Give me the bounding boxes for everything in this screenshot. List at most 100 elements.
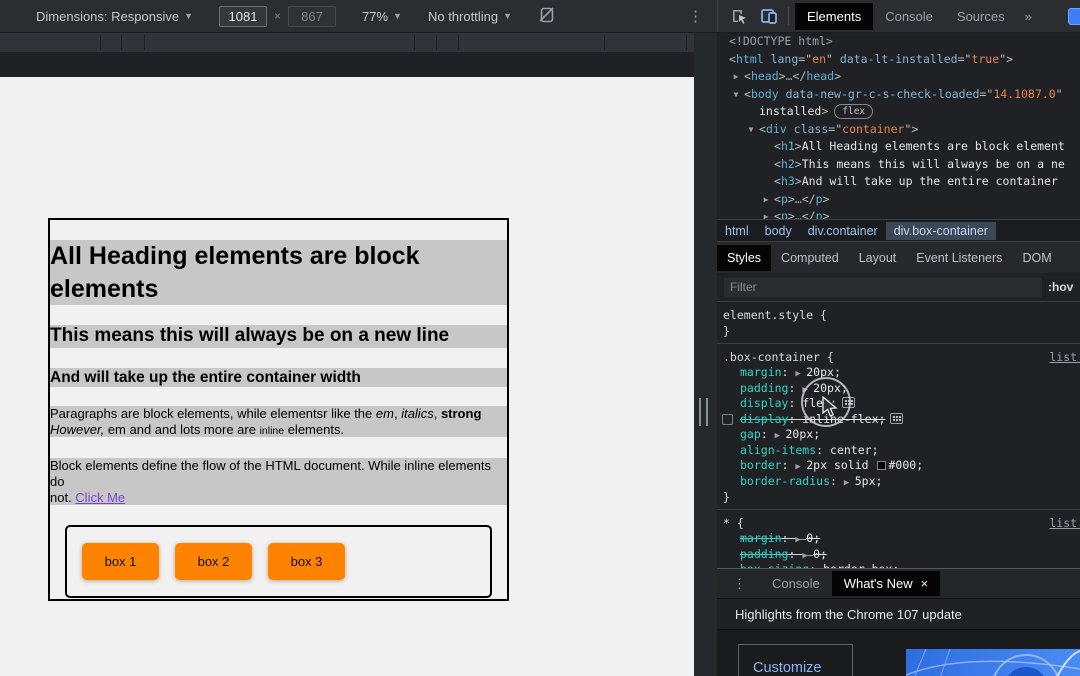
css-property[interactable]: margin: ▶ 20px;	[717, 365, 1080, 381]
notification-icon[interactable]	[1068, 8, 1080, 25]
pane-divider[interactable]	[694, 33, 717, 676]
zoom-dropdown[interactable]: 77% ▼	[362, 9, 402, 24]
toggle-hover-state-button[interactable]: :hov	[1048, 280, 1073, 294]
expand-value-icon[interactable]: ▶	[795, 369, 806, 379]
tab-layout[interactable]: Layout	[849, 245, 907, 271]
tab-dom[interactable]: DOM	[1012, 245, 1061, 271]
rule-selector[interactable]: *	[723, 516, 730, 530]
dom-tree-line[interactable]: <h3>And will take up the entire containe…	[717, 173, 1080, 191]
dom-tree-line[interactable]: ▼ <body data-new-gr-c-s-check-loaded="14.…	[717, 86, 1080, 104]
paragraph-text: ,	[433, 406, 441, 422]
drawer-menu-icon[interactable]: ⋮	[733, 576, 746, 592]
css-property[interactable]: display: inline-flex;	[717, 412, 1080, 428]
drawer-tab-what-s-new[interactable]: What's New ×	[831, 571, 941, 596]
ruler-tick	[686, 35, 687, 50]
viewport-width-input[interactable]	[219, 5, 267, 27]
css-property[interactable]: border-radius: ▶ 5px;	[717, 474, 1080, 490]
styles-filter-input[interactable]	[724, 277, 1042, 297]
ruler-tick	[414, 35, 415, 50]
ruler-tick	[121, 35, 122, 50]
throttling-dropdown[interactable]: No throttling ▼	[428, 9, 512, 24]
viewport-ruler	[0, 33, 694, 52]
device-toolbar-menu-icon[interactable]: ⋮	[688, 7, 703, 25]
page-heading-3: And will take up the entire container wi…	[50, 367, 507, 388]
paragraph-text: inline	[259, 424, 285, 437]
flex-editor-icon[interactable]	[890, 412, 904, 424]
tab-event-listeners[interactable]: Event Listeners	[906, 245, 1012, 271]
click-me-link[interactable]: Click Me	[75, 490, 125, 505]
rule-selector[interactable]: .box-container	[723, 350, 820, 364]
expand-arrow-icon[interactable]: ▶	[760, 191, 772, 209]
style-rule: * {list.margin: ▶ 0;padding: ▶ 0;box-siz…	[717, 510, 1080, 572]
collapse-arrow-icon[interactable]: ▼	[730, 86, 742, 104]
ruler-tick	[144, 35, 145, 50]
css-property[interactable]: display: flex;	[717, 396, 1080, 412]
expand-value-icon[interactable]: ▶	[775, 431, 786, 441]
tab-elements[interactable]: Elements	[795, 2, 874, 30]
stylesheet-link[interactable]: list.	[1049, 349, 1080, 365]
chevron-down-icon: ▼	[184, 11, 193, 21]
toggle-device-toolbar-icon[interactable]	[760, 7, 778, 25]
page-heading-1: All Heading elements are block elements	[50, 240, 507, 305]
dom-tree-line[interactable]: installed> flex	[717, 103, 1080, 121]
paragraph-text: Paragraphs are block elements, while ele…	[50, 406, 376, 422]
dom-tree-line[interactable]: <!DOCTYPE html>	[717, 33, 1080, 51]
css-property[interactable]: align-items: center;	[717, 443, 1080, 459]
rule-selector[interactable]: element.style	[723, 308, 813, 322]
drawer-tab-console[interactable]: Console	[760, 571, 832, 596]
inspect-element-icon[interactable]	[730, 7, 748, 25]
dom-tree: <!DOCTYPE html> <html lang="en" data-lt-i…	[717, 33, 1080, 219]
dom-tree-line[interactable]: <html lang="en" data-lt-installed="true"…	[717, 51, 1080, 69]
expand-arrow-icon[interactable]: ▶	[760, 208, 772, 219]
tab-styles[interactable]: Styles	[717, 244, 772, 271]
rotate-viewport-icon[interactable]	[538, 6, 556, 27]
breadcrumb-body[interactable]: body	[757, 222, 800, 240]
css-property[interactable]: margin: ▶ 0;	[717, 531, 1080, 547]
collapse-arrow-icon[interactable]: ▼	[745, 121, 757, 139]
whats-new-image	[906, 649, 1080, 676]
flex-badge[interactable]: flex	[834, 104, 874, 119]
dom-tree-line[interactable]: ▶ <p>…</p>	[717, 191, 1080, 209]
orange-box-box-2: box 2	[175, 543, 252, 581]
page-paragraph-2: Block elements define the flow of the HT…	[50, 458, 507, 506]
viewport-height-input[interactable]	[288, 5, 337, 27]
expand-arrow-icon[interactable]: ▶	[730, 68, 742, 86]
dom-tree-line[interactable]: ▼ <div class="container">	[717, 121, 1080, 139]
tab-console[interactable]: Console	[873, 3, 945, 30]
expand-value-icon[interactable]: ▶	[802, 551, 813, 561]
tab-computed[interactable]: Computed	[771, 245, 849, 271]
dom-tree-line[interactable]: <h1>All Heading elements are block eleme…	[717, 138, 1080, 156]
orange-box-box-3: box 3	[268, 543, 345, 581]
page-paragraph-1: Paragraphs are block elements, while ele…	[50, 406, 507, 438]
expand-value-icon[interactable]: ▶	[795, 535, 806, 545]
drawer: ⋮ Console What's New × Highlights from the…	[717, 568, 1080, 676]
close-icon[interactable]: ×	[921, 576, 929, 591]
divider-grip-icon[interactable]	[699, 398, 708, 426]
css-property[interactable]: gap: ▶ 20px;	[717, 427, 1080, 443]
property-checkbox[interactable]	[722, 413, 733, 425]
box-container: box 1 box 2 box 3	[65, 525, 492, 599]
breadcrumb-div-box-container[interactable]: div.box-container	[885, 221, 996, 240]
zoom-value: 77%	[362, 8, 389, 24]
expand-value-icon[interactable]: ▶	[795, 462, 806, 472]
stylesheet-link[interactable]: list.	[1049, 515, 1080, 531]
dimensions-dropdown[interactable]: Dimensions: Responsive ▼	[36, 9, 193, 24]
dom-tree-line[interactable]: ▶ <p>…</p>	[717, 208, 1080, 219]
paragraph-text: elements.	[284, 421, 345, 437]
dom-tree-line[interactable]: ▶ <head>…</head>	[717, 68, 1080, 86]
color-swatch[interactable]	[876, 461, 886, 470]
ruler-tick	[458, 35, 459, 50]
breadcrumb-div-container[interactable]: div.container	[800, 222, 886, 240]
css-property[interactable]: border: ▶ 2px solid #000;	[717, 458, 1080, 474]
expand-value-icon[interactable]: ▶	[844, 478, 855, 488]
more-tabs-icon[interactable]: »	[1025, 9, 1032, 24]
flex-editor-icon[interactable]	[841, 397, 855, 408]
dom-tree-line[interactable]: <h2>This means this will always be on a …	[717, 156, 1080, 174]
whats-new-headline-row: Highlights from the Chrome 107 update	[717, 598, 1080, 629]
css-property[interactable]: padding: ▶ 20px;	[717, 381, 1080, 397]
css-property[interactable]: padding: ▶ 0;	[717, 547, 1080, 563]
breadcrumb-html[interactable]: html	[717, 222, 757, 240]
tab-sources[interactable]: Sources	[945, 3, 1017, 30]
customize-button[interactable]: Customize	[738, 644, 853, 676]
expand-value-icon[interactable]: ▶	[802, 385, 813, 395]
